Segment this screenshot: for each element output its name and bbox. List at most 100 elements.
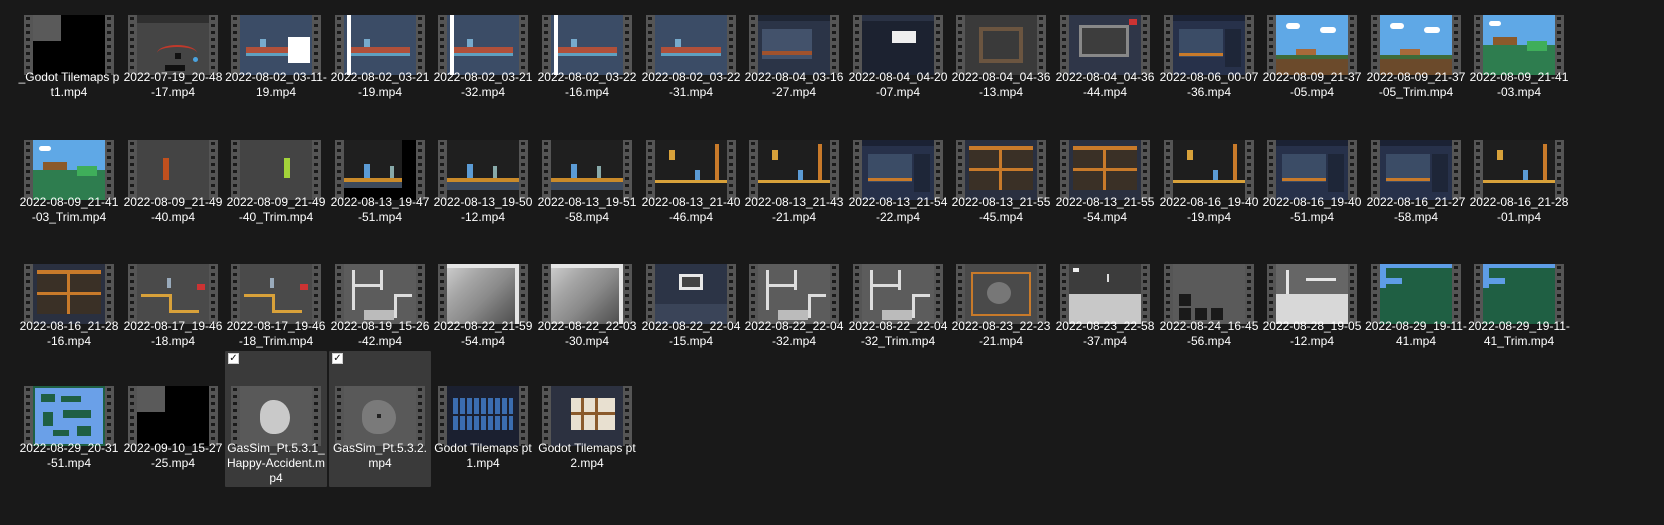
file-name-label: 2022-08-29_19-11-41_Trim.mp4 [1468, 319, 1570, 348]
file-item[interactable]: 2022-08-04_04-36-13.mp4 [950, 11, 1052, 153]
film-strip-icon [335, 386, 344, 446]
file-item[interactable]: ✓ GasSim_Pt.5.3.1_Happy-Accident.mp4 [225, 351, 327, 487]
film-strip-icon [1267, 15, 1276, 75]
file-item[interactable]: 2022-08-09_21-37-05.mp4 [1261, 11, 1363, 153]
file-item[interactable]: 2022-08-28_19-05-12.mp4 [1261, 260, 1363, 402]
file-item[interactable]: 2022-08-06_00-07-36.mp4 [1158, 11, 1260, 153]
video-frame-preview [655, 140, 727, 200]
file-item[interactable]: 2022-08-24_16-45-56.mp4 [1158, 260, 1260, 402]
file-item[interactable]: 2022-08-23_22-23-21.mp4 [950, 260, 1052, 402]
video-frame-preview [447, 386, 519, 446]
video-thumbnail [1474, 15, 1564, 75]
file-item[interactable]: 2022-07-19_20-48-17.mp4 [122, 11, 224, 153]
file-name-label: 2022-08-09_21-41-03.mp4 [1469, 70, 1569, 99]
file-item[interactable]: 2022-08-16_21-27-58.mp4 [1365, 136, 1467, 278]
film-strip-icon [646, 15, 655, 75]
file-item[interactable]: 2022-08-13_21-54-22.mp4 [847, 136, 949, 278]
film-strip-icon [1371, 15, 1380, 75]
file-item[interactable]: 2022-08-09_21-37-05_Trim.mp4 [1365, 11, 1467, 153]
video-frame-preview [137, 140, 209, 200]
file-item[interactable]: 2022-08-29_19-11-41_Trim.mp4 [1468, 260, 1570, 402]
file-item[interactable]: 2022-08-22_22-04-32_Trim.mp4 [847, 260, 949, 402]
file-item[interactable]: 2022-08-04_04-20-07.mp4 [847, 11, 949, 153]
file-item[interactable]: 2022-08-23_22-58-37.mp4 [1054, 260, 1156, 402]
film-strip-icon [1371, 140, 1380, 200]
video-frame-preview [137, 386, 209, 446]
video-thumbnail [1060, 140, 1150, 200]
file-name-label: 2022-08-16_21-27-58.mp4 [1366, 195, 1466, 224]
video-frame-preview [1069, 264, 1141, 324]
file-name-label: GasSim_Pt.5.3.2.mp4 [332, 441, 428, 470]
file-name-label: 2022-08-06_00-07-36.mp4 [1159, 70, 1259, 99]
video-frame-preview [240, 386, 312, 446]
file-item[interactable]: Godot Tilemaps pt2.mp4 [536, 351, 638, 493]
file-item[interactable]: 2022-08-22_22-04-15.mp4 [640, 260, 742, 402]
file-item[interactable]: 2022-08-13_19-47-51.mp4 [329, 136, 431, 278]
file-name-label: 2022-08-04_03-16-27.mp4 [744, 70, 844, 99]
file-name-label: 2022-08-22_22-04-15.mp4 [641, 319, 741, 348]
file-item[interactable]: 2022-08-02_03-22-31.mp4 [640, 11, 742, 153]
file-item[interactable]: 2022-08-29_19-11-41.mp4 [1365, 260, 1467, 402]
film-strip-icon [1474, 140, 1483, 200]
film-strip-icon [727, 140, 736, 200]
video-frame-preview [344, 386, 416, 446]
video-frame-preview [447, 264, 519, 324]
file-item[interactable]: 2022-08-29_20-31-51.mp4 [18, 351, 120, 493]
video-frame-preview [137, 15, 209, 75]
film-strip-icon [853, 15, 862, 75]
video-thumbnail [1371, 264, 1461, 324]
file-item[interactable]: 2022-08-09_21-41-03.mp4 [1468, 11, 1570, 153]
video-thumbnail [1164, 264, 1254, 324]
video-thumbnail [1267, 264, 1357, 324]
film-strip-icon [209, 15, 218, 75]
file-name-label: 2022-08-02_03-21-32.mp4 [433, 70, 533, 99]
video-thumbnail [646, 15, 736, 75]
file-item[interactable]: 2022-08-16_21-28-01.mp4 [1468, 136, 1570, 278]
file-item[interactable]: 2022-08-13_21-55-54.mp4 [1054, 136, 1156, 278]
file-name-label: 2022-08-02_03-11-19.mp4 [225, 70, 327, 99]
file-item[interactable]: Godot Tilemaps pt1.mp4 [432, 351, 534, 493]
film-strip-icon [231, 386, 240, 446]
video-thumbnail [438, 140, 528, 200]
file-item[interactable]: 2022-08-13_19-51-58.mp4 [536, 136, 638, 278]
file-name-label: 2022-07-19_20-48-17.mp4 [123, 70, 223, 99]
file-item[interactable]: 2022-09-10_15-27-25.mp4 [122, 351, 224, 493]
file-item[interactable]: 2022-08-09_21-41-03_Trim.mp4 [18, 136, 120, 278]
selection-checkbox[interactable]: ✓ [332, 353, 343, 364]
file-item[interactable]: 2022-08-04_04-36-44.mp4 [1054, 11, 1156, 153]
video-frame-preview [33, 140, 105, 200]
file-item[interactable]: 2022-08-02_03-22-16.mp4 [536, 11, 638, 153]
film-strip-icon [1555, 15, 1564, 75]
film-strip-icon [956, 264, 965, 324]
video-thumbnail [438, 386, 528, 446]
file-item[interactable]: _Godot Tilemaps pt1.mp4 [18, 11, 120, 153]
file-item[interactable]: 2022-08-22_22-04-32.mp4 [743, 260, 845, 402]
film-strip-icon [335, 140, 344, 200]
file-name-label: 2022-08-13_21-54-22.mp4 [848, 195, 948, 224]
film-strip-icon [1452, 140, 1461, 200]
file-item[interactable]: 2022-08-02_03-11-19.mp4 [225, 11, 327, 153]
file-item[interactable]: 2022-08-02_03-21-32.mp4 [432, 11, 534, 153]
film-strip-icon [934, 264, 943, 324]
file-item[interactable]: 2022-08-09_21-49-40.mp4 [122, 136, 224, 278]
file-item[interactable]: 2022-08-13_21-55-45.mp4 [950, 136, 1052, 278]
file-item[interactable]: 2022-08-04_03-16-27.mp4 [743, 11, 845, 153]
file-item[interactable]: 2022-08-16_19-40-51.mp4 [1261, 136, 1363, 278]
file-item[interactable]: 2022-08-02_03-21-19.mp4 [329, 11, 431, 153]
film-strip-icon [1452, 264, 1461, 324]
film-strip-icon [956, 140, 965, 200]
file-name-label: 2022-08-09_21-41-03_Trim.mp4 [19, 195, 119, 224]
file-name-label: 2022-08-09_21-37-05_Trim.mp4 [1366, 70, 1466, 99]
selection-checkbox[interactable]: ✓ [228, 353, 239, 364]
file-item[interactable]: 2022-08-13_19-50-12.mp4 [432, 136, 534, 278]
file-name-label: 2022-08-02_03-22-31.mp4 [641, 70, 741, 99]
film-strip-icon [1452, 15, 1461, 75]
file-name-label: 2022-08-22_22-03-30.mp4 [537, 319, 637, 348]
file-item[interactable]: 2022-08-16_19-40-19.mp4 [1158, 136, 1260, 278]
film-strip-icon [853, 140, 862, 200]
file-item[interactable]: ✓ GasSim_Pt.5.3.2.mp4 [329, 351, 431, 487]
file-item[interactable]: 2022-08-13_21-40-46.mp4 [640, 136, 742, 278]
file-item[interactable]: 2022-08-09_21-49-40_Trim.mp4 [225, 136, 327, 278]
file-item[interactable]: 2022-08-13_21-43-21.mp4 [743, 136, 845, 278]
file-name-label: Godot Tilemaps pt2.mp4 [538, 441, 636, 470]
